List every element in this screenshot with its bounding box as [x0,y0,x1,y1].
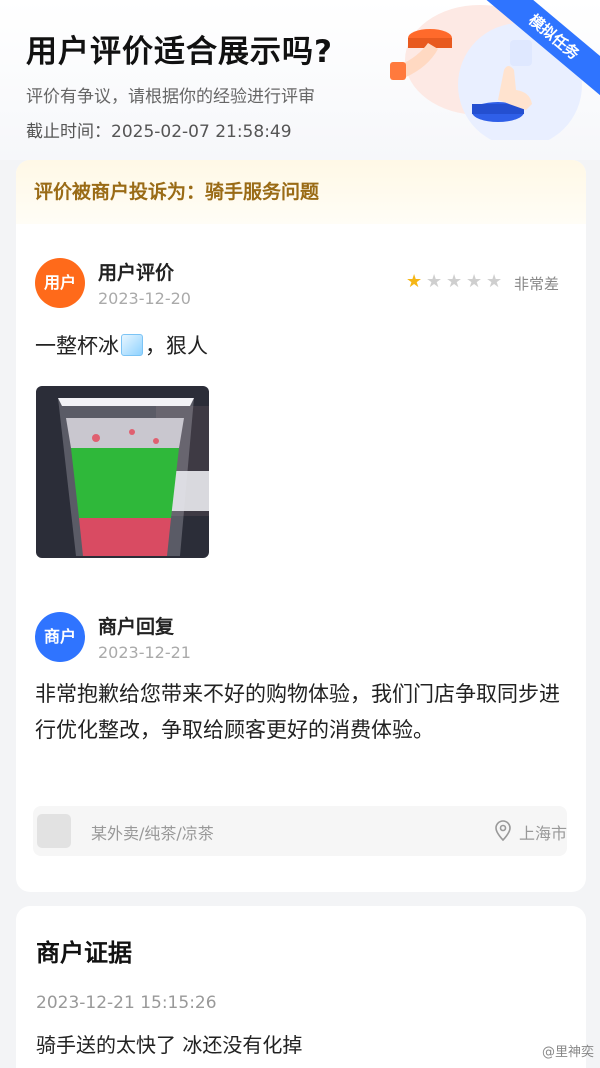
page-subtitle: 评价有争议，请根据你的经验进行评审 [26,87,315,107]
merchant-reply-label: 商户回复 [98,616,175,638]
star-icon: ★ [446,271,463,292]
watermark: @里神奕 [541,1045,594,1060]
star-icon: ★ [486,271,503,292]
rating-label: 非常差 [514,275,560,293]
review-photo[interactable] [36,386,209,558]
merchant-avatar: 商户 [35,612,85,662]
store-city: 上海市 [519,824,568,843]
evidence-text: 骑手送的太快了 冰还没有化掉 [36,1033,303,1057]
merchant-reply-date: 2023-12-21 [98,643,191,662]
merchant-reply-text: 非常抱歉给您带来不好的购物体验，我们门店争取同步进行优化整改，争取给顾客更好的消… [35,682,560,742]
star-icon: ★ [406,271,423,292]
star-rating: ★ ★ ★ ★ ★ [406,273,504,291]
review-text-part: 一整杯冰 [35,334,119,358]
user-avatar: 用户 [35,258,85,308]
user-review-date: 2023-12-20 [98,289,191,308]
page-title: 用户评价适合展示吗? [26,34,333,70]
store-thumbnail [37,814,71,848]
location-pin-icon [495,820,511,842]
store-info-row[interactable]: 某外卖/纯茶/凉茶 上海市 [33,806,567,856]
ice-cube-icon [121,334,143,356]
task-header: 用户评价适合展示吗? 评价有争议，请根据你的经验进行评审 截止时间：2025-0… [0,0,600,160]
review-text-part: ，狠人 [145,334,208,358]
user-review-text: 一整杯冰 ，狠人 [35,330,208,360]
deadline-text: 截止时间：2025-02-07 21:58:49 [26,122,292,142]
evidence-card: 商户证据 2023-12-21 15:15:26 骑手送的太快了 冰还没有化掉 [16,906,586,1068]
evidence-time: 2023-12-21 15:15:26 [36,993,217,1013]
store-name: 某外卖/纯茶/凉茶 [91,824,214,843]
complaint-banner: 评价被商户投诉为：骑手服务问题 [16,160,586,224]
user-review-label: 用户评价 [98,262,175,284]
star-icon: ★ [426,271,443,292]
star-icon: ★ [466,271,483,292]
review-card: 评价被商户投诉为：骑手服务问题 用户 用户评价 2023-12-20 ★ ★ ★… [16,160,586,892]
task-illustration [390,5,582,140]
evidence-title: 商户证据 [36,939,132,967]
